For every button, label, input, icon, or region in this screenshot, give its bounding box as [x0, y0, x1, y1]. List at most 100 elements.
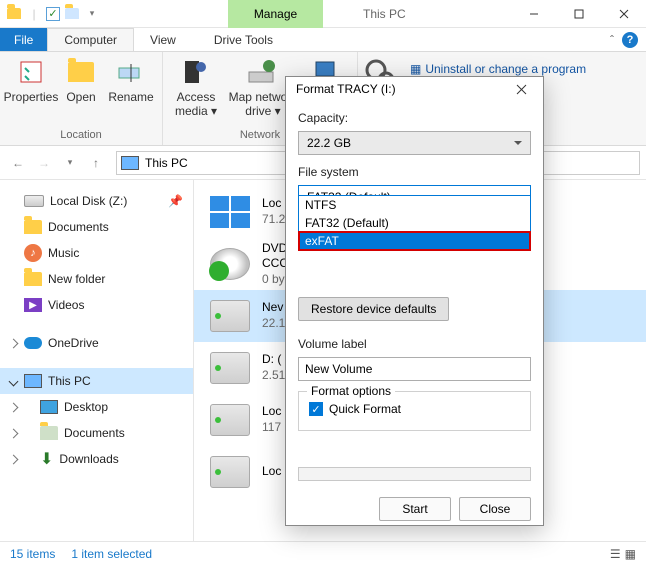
breadcrumb[interactable]: This PC: [145, 156, 188, 170]
tab-file[interactable]: File: [0, 28, 47, 51]
drive-sub: 22.1: [262, 316, 285, 332]
status-bar: 15 items 1 item selected ☰ ▦: [0, 541, 646, 565]
rename-icon: [115, 56, 147, 88]
minimize-button[interactable]: [511, 0, 556, 28]
tree-item-documents-2[interactable]: Documents: [0, 420, 193, 446]
recent-locations-button[interactable]: ▾: [58, 151, 82, 175]
pin-icon[interactable]: 📌: [168, 194, 183, 208]
help-icon[interactable]: ?: [622, 32, 638, 48]
drive-sub: 2.51: [262, 368, 285, 384]
close-button[interactable]: [601, 0, 646, 28]
tree-item-desktop[interactable]: Desktop: [0, 394, 193, 420]
rename-button[interactable]: Rename: [106, 54, 156, 104]
tree-item-music[interactable]: ♪Music: [0, 240, 193, 266]
drive-name: Loc: [262, 196, 285, 212]
drive-icon: [210, 352, 250, 384]
drive-icon: [210, 300, 250, 332]
uninstall-icon: ▦: [410, 62, 421, 76]
contextual-tab-manage[interactable]: Manage: [228, 0, 323, 28]
filesystem-dropdown[interactable]: NTFS FAT32 (Default) exFAT: [298, 195, 531, 251]
tiles-view-icon[interactable]: ▦: [625, 547, 636, 561]
collapse-ribbon-icon[interactable]: ˆ: [610, 33, 614, 47]
properties-icon: [15, 56, 47, 88]
drive-name: Loc: [262, 404, 281, 420]
drive-name: Loc: [262, 464, 281, 480]
view-toggles: ☰ ▦: [610, 547, 636, 561]
dialog-titlebar[interactable]: Format TRACY (I:): [286, 77, 543, 101]
dialog-close-button[interactable]: [509, 77, 533, 101]
dialog-actions: Start Close: [298, 497, 531, 521]
volume-label-label: Volume label: [298, 337, 531, 351]
capacity-label: Capacity:: [298, 111, 531, 125]
disk-icon: [24, 195, 44, 207]
access-label: Accessmedia ▾: [175, 90, 217, 119]
dialog-body: Capacity: 22.2 GB File system FAT32 (Def…: [286, 101, 543, 531]
drive-name: D: (: [262, 352, 285, 368]
up-button[interactable]: ↑: [84, 151, 108, 175]
drive-name: Nev: [262, 300, 285, 316]
folder-icon: [24, 272, 42, 286]
music-icon: ♪: [24, 244, 42, 262]
volume-label-input[interactable]: [298, 357, 531, 381]
uninstall-program-link[interactable]: ▦Uninstall or change a program: [410, 62, 586, 76]
tree-item-this-pc[interactable]: This PC: [0, 368, 193, 394]
tab-computer[interactable]: Computer: [47, 28, 134, 51]
qat-divider: |: [26, 6, 42, 22]
ribbon-tabs: File Computer View Drive Tools ˆ ?: [0, 28, 646, 52]
close-button[interactable]: Close: [459, 497, 531, 521]
start-button[interactable]: Start: [379, 497, 451, 521]
dvd-drive-icon: [210, 248, 250, 280]
quick-format-label: Quick Format: [329, 402, 401, 416]
tree-item-downloads[interactable]: ⬇Downloads: [0, 446, 193, 472]
tab-view[interactable]: View: [134, 28, 192, 51]
tree-item-local-disk[interactable]: Local Disk (Z:)📌: [0, 188, 193, 214]
new-folder-icon[interactable]: [64, 6, 80, 22]
tree-item-videos[interactable]: ▶Videos: [0, 292, 193, 318]
restore-defaults-button[interactable]: Restore device defaults: [298, 297, 449, 321]
maximize-button[interactable]: [556, 0, 601, 28]
onedrive-icon: [24, 337, 42, 349]
open-folder-icon: [65, 56, 97, 88]
properties-label: Properties: [4, 90, 59, 104]
window-buttons: [511, 0, 646, 28]
tree-item-onedrive[interactable]: OneDrive: [0, 330, 193, 356]
windows-logo-icon: [210, 196, 250, 228]
qat-dropdown-icon[interactable]: ▾: [84, 6, 100, 22]
format-dialog: Format TRACY (I:) Capacity: 22.2 GB File…: [285, 76, 544, 526]
navigation-tree[interactable]: Local Disk (Z:)📌 Documents ♪Music New fo…: [0, 180, 194, 541]
filesystem-label: File system: [298, 165, 531, 179]
quick-format-checkbox[interactable]: ✓ Quick Format: [309, 402, 520, 416]
media-server-icon: [180, 56, 212, 88]
rename-label: Rename: [108, 90, 153, 104]
status-selected-count: 1 item selected: [71, 547, 152, 561]
group-label-network: Network: [240, 127, 280, 145]
fs-option-exfat[interactable]: exFAT: [299, 232, 530, 250]
tree-item-documents[interactable]: Documents: [0, 214, 193, 240]
ribbon-right: ˆ ?: [610, 28, 646, 51]
fs-option-ntfs[interactable]: NTFS: [299, 196, 530, 214]
checkbox-checked-icon: ✓: [309, 402, 323, 416]
properties-button[interactable]: Properties: [6, 54, 56, 104]
tab-drive-tools[interactable]: Drive Tools: [198, 28, 289, 51]
folder-icon: [24, 220, 42, 234]
open-label: Open: [66, 90, 95, 104]
window-title: This PC: [363, 7, 406, 21]
checkbox-icon[interactable]: ✓: [46, 7, 60, 21]
videos-icon: ▶: [24, 298, 42, 312]
documents-icon: [40, 426, 58, 440]
drive-icon: [210, 404, 250, 436]
fs-option-fat32[interactable]: FAT32 (Default): [299, 214, 530, 232]
format-options-group: Format options ✓ Quick Format: [298, 391, 531, 431]
capacity-select[interactable]: 22.2 GB: [298, 131, 531, 155]
drive-sub: 117: [262, 420, 281, 436]
details-view-icon[interactable]: ☰: [610, 547, 621, 561]
forward-button[interactable]: →: [32, 151, 56, 175]
tree-item-new-folder[interactable]: New folder: [0, 266, 193, 292]
ribbon-group-location: Properties Open Rename Location: [0, 52, 163, 145]
progress-track: [298, 467, 531, 481]
this-pc-icon: [24, 374, 42, 388]
back-button[interactable]: ←: [6, 151, 30, 175]
open-button[interactable]: Open: [60, 54, 102, 104]
downloads-icon: ⬇: [40, 449, 53, 469]
access-media-button[interactable]: Accessmedia ▾: [169, 54, 223, 119]
